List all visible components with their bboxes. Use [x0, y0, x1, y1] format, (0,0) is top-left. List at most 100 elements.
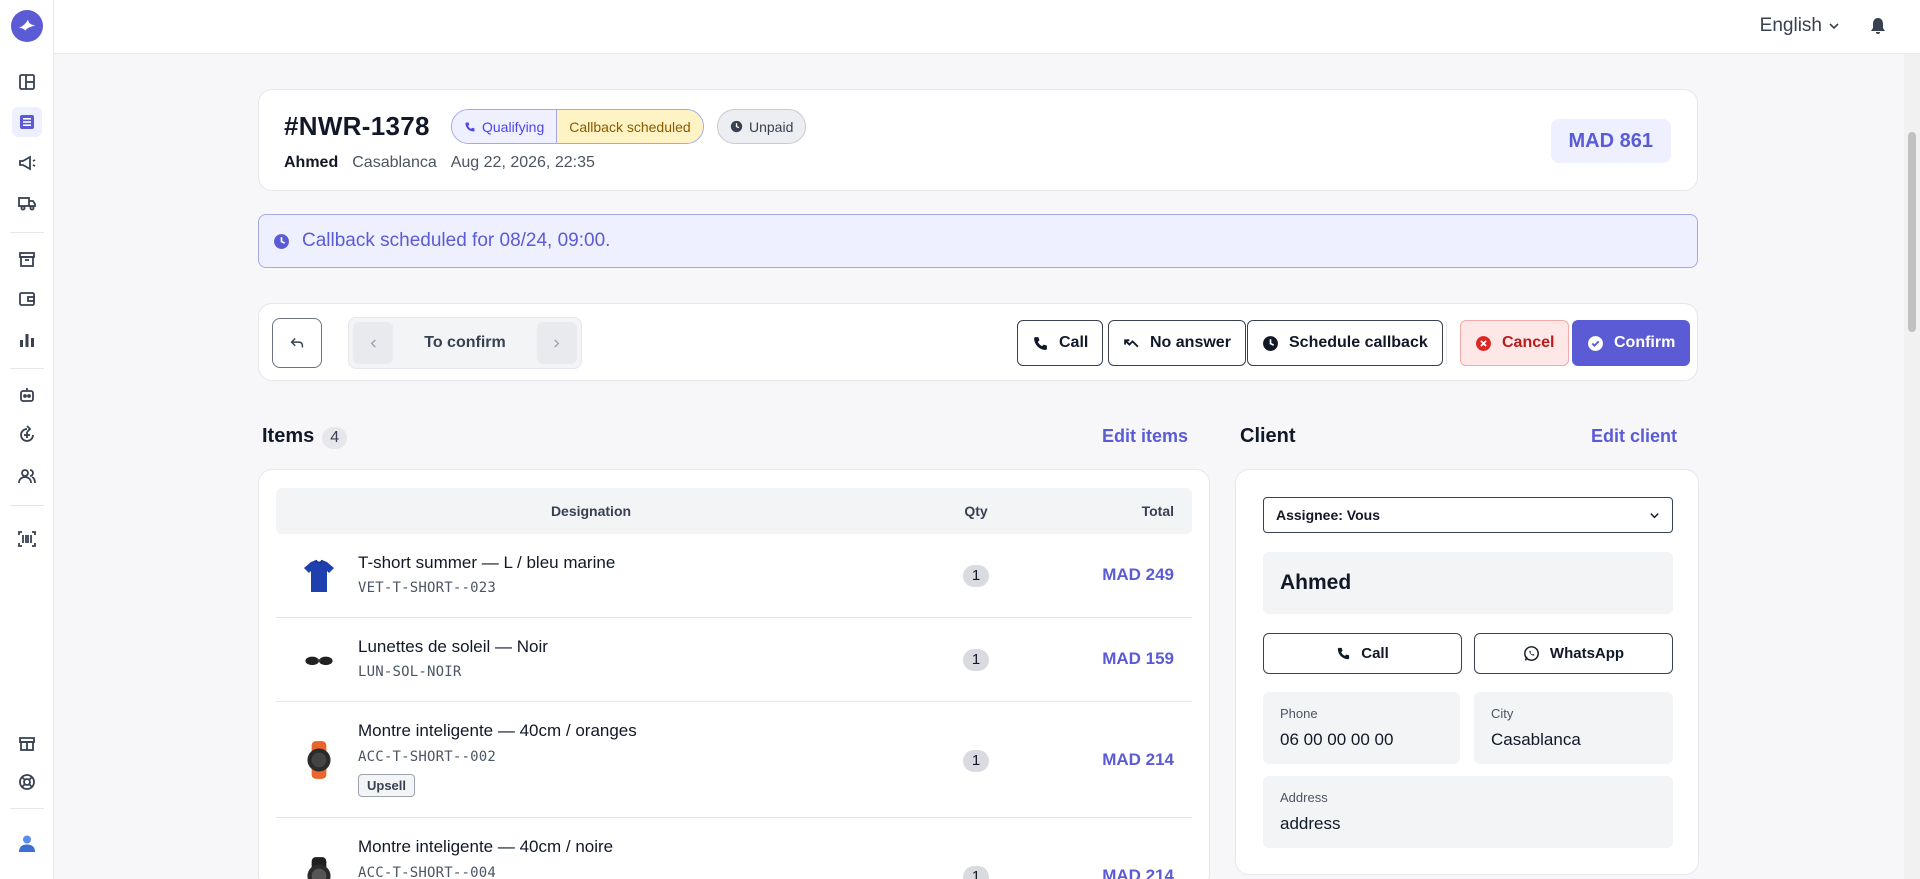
sidebar-orders-icon[interactable]: [12, 107, 42, 137]
sidebar-barcode-icon[interactable]: [12, 524, 42, 554]
x-circle-icon: [1476, 335, 1491, 351]
upsell-badge: Upsell: [358, 774, 416, 797]
product-total: MAD 214: [1102, 750, 1174, 769]
edit-items-link[interactable]: Edit items: [1102, 426, 1188, 447]
product-qty: 1: [963, 649, 989, 671]
city-label: City: [1491, 706, 1514, 721]
client-call-label: Call: [1361, 645, 1389, 662]
product-name: Lunettes de soleil — Noir: [358, 637, 548, 656]
chevron-down-icon: [1650, 512, 1659, 518]
cancel-button[interactable]: Cancel: [1460, 320, 1570, 366]
address-label: Address: [1280, 790, 1328, 805]
whatsapp-button[interactable]: WhatsApp: [1474, 633, 1673, 674]
phone-value: 06 00 00 00 00: [1280, 730, 1394, 749]
watch-black-thumbnail: [296, 853, 342, 879]
clock-icon: [274, 233, 289, 249]
product-name: Montre inteligente — 40cm / oranges: [358, 721, 637, 740]
clock-icon: [730, 120, 743, 133]
product-total: MAD 249: [1102, 565, 1174, 584]
language-selector[interactable]: English: [1760, 15, 1840, 37]
language-label: English: [1759, 15, 1822, 36]
assignee-value: Assignee: Vous: [1276, 507, 1380, 523]
status-primary: Qualifying: [452, 110, 558, 143]
phone-icon: [1338, 647, 1350, 660]
sidebar-campaigns-icon[interactable]: [12, 148, 42, 178]
assignee-select[interactable]: Assignee: Vous: [1263, 497, 1673, 533]
city-value: Casablanca: [1491, 730, 1581, 749]
payment-status-label: Unpaid: [749, 118, 794, 135]
client-call-button[interactable]: Call: [1263, 633, 1462, 674]
meta-city: Casablanca: [352, 154, 437, 171]
product-qty: 1: [963, 750, 989, 772]
sidebar-dashboard-icon[interactable]: [12, 67, 42, 97]
sidebar: [0, 0, 54, 879]
no-answer-button[interactable]: No answer: [1108, 320, 1246, 366]
client-name: Ahmed: [1263, 552, 1673, 614]
product-sku: ACC-T-SHORT--002: [358, 749, 497, 765]
stage-next-button[interactable]: [536, 322, 577, 364]
product-total: MAD 214: [1102, 866, 1174, 879]
table-row[interactable]: T-short summer — L / bleu marine VET-T-S…: [276, 534, 1192, 618]
whatsapp-icon: [1523, 646, 1539, 661]
product-sku: ACC-T-SHORT--004: [358, 865, 497, 879]
address-value: address: [1280, 814, 1341, 833]
sidebar-wallet-icon[interactable]: [12, 284, 42, 314]
sidebar-delivery-icon[interactable]: [12, 188, 42, 218]
tshirt-thumbnail: [296, 553, 342, 599]
scroll-thumb[interactable]: [1908, 132, 1916, 332]
confirm-button[interactable]: Confirm: [1572, 320, 1691, 366]
sidebar-store-icon[interactable]: [12, 729, 42, 759]
back-button[interactable]: [272, 318, 322, 368]
callback-alert: Callback scheduled for 08/24, 09:00.: [258, 214, 1698, 268]
sidebar-automation-icon[interactable]: [12, 420, 42, 450]
chevron-left-icon: [370, 338, 376, 348]
top-bar: English: [54, 0, 1920, 54]
check-circle-icon: [1588, 335, 1603, 351]
call-button[interactable]: Call: [1017, 320, 1104, 366]
phone-icon: [1034, 336, 1047, 350]
stage-label: To confirm: [424, 334, 506, 351]
watch-orange-thumbnail: [296, 737, 342, 783]
sidebar-bot-icon[interactable]: [12, 380, 42, 410]
phone-field: Phone 06 00 00 00 00: [1263, 692, 1460, 764]
table-row[interactable]: Lunettes de soleil — Noir LUN-SOL-NOIR 1…: [276, 618, 1192, 702]
table-row[interactable]: Montre inteligente — 40cm / oranges ACC-…: [276, 702, 1192, 818]
product-sku: LUN-SOL-NOIR: [358, 664, 462, 680]
product-total: MAD 159: [1102, 649, 1174, 668]
col-designation: Designation: [550, 503, 632, 519]
sidebar-support-icon[interactable]: [12, 767, 42, 797]
items-card: Designation Qty Total T-short summer — L…: [258, 469, 1210, 879]
no-answer-button-label: No answer: [1150, 334, 1231, 351]
page-scrollbar[interactable]: [1904, 54, 1920, 879]
items-table-header: Designation Qty Total: [276, 488, 1192, 534]
table-row[interactable]: Montre inteligente — 40cm / noire ACC-T-…: [276, 818, 1192, 879]
user-avatar-icon[interactable]: [12, 828, 42, 858]
sidebar-inventory-icon[interactable]: [12, 244, 42, 274]
sidebar-divider: [10, 505, 44, 506]
order-status-pill[interactable]: Qualifying Callback scheduled: [451, 109, 704, 144]
meta-date: Aug 22, 2026, 22:35: [450, 154, 595, 171]
client-title: Client: [1240, 425, 1296, 447]
sidebar-analytics-icon[interactable]: [12, 325, 42, 355]
schedule-callback-button-label: Schedule callback: [1289, 334, 1428, 351]
watch-icon: [307, 741, 331, 779]
bird-logo-icon: [18, 19, 36, 31]
product-sku: VET-T-SHORT--023: [358, 580, 497, 596]
product-name: T-short summer — L / bleu marine: [358, 553, 616, 572]
order-amount: MAD 861: [1550, 119, 1671, 163]
col-qty: Qty: [964, 503, 988, 519]
tshirt-icon: [304, 559, 334, 592]
action-bar: To confirm Call No answer Schedule callb…: [258, 303, 1698, 381]
product-qty: 1: [963, 565, 989, 587]
schedule-callback-button[interactable]: Schedule callback: [1247, 320, 1443, 366]
bell-icon[interactable]: [1868, 16, 1888, 36]
sidebar-team-icon[interactable]: [12, 461, 42, 491]
stage-prev-button[interactable]: [353, 322, 393, 364]
edit-client-link[interactable]: Edit client: [1591, 426, 1677, 447]
app-logo[interactable]: [11, 10, 43, 42]
order-header-card: #NWR-1378 Qualifying Callback scheduled …: [258, 89, 1698, 191]
stage-stepper: To confirm: [348, 317, 582, 369]
items-count-badge: 4: [322, 427, 348, 449]
product-name: Montre inteligente — 40cm / noire: [358, 837, 614, 856]
call-button-label: Call: [1059, 334, 1089, 351]
